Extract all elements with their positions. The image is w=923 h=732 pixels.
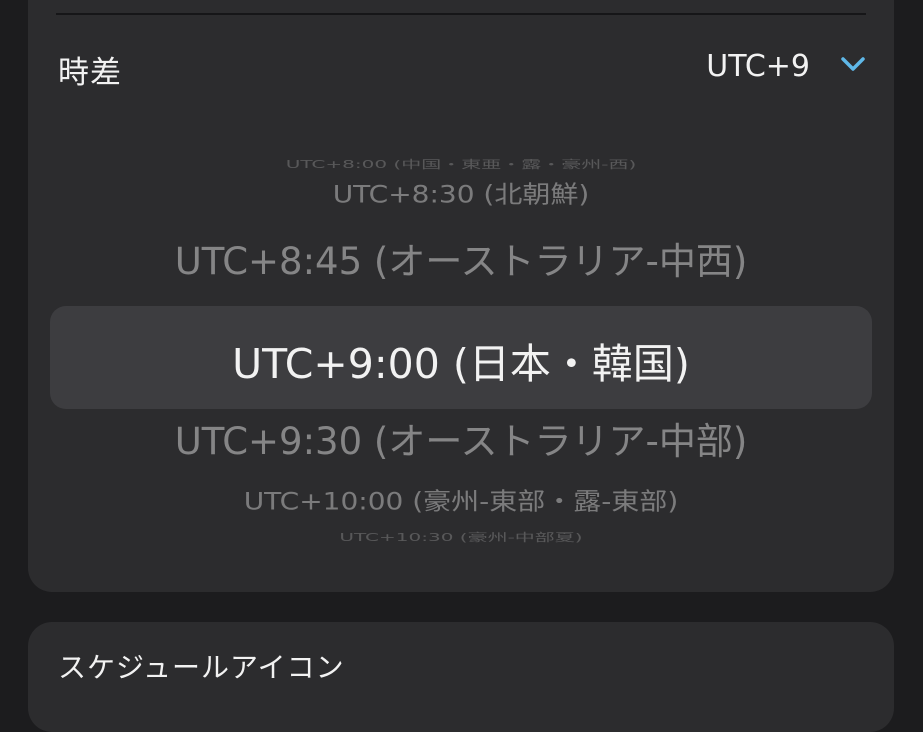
chevron-down-icon[interactable] — [840, 54, 866, 74]
picker-option[interactable]: UTC+8:00 (中国・東亜・露・豪州-西) — [28, 156, 894, 172]
picker-option[interactable]: UTC+9:30 (オーストラリア-中部) — [28, 411, 894, 465]
picker-option[interactable]: UTC+10:00 (豪州-東部・露-東部) — [28, 483, 894, 517]
timezone-card: 時差 UTC+9 UTC+8:00 (中国・東亜・露・豪州-西) UTC+8:3… — [28, 0, 894, 592]
schedule-icon-card[interactable]: スケジュールアイコン — [28, 622, 894, 732]
timezone-selected-value[interactable]: UTC+9 — [706, 49, 810, 84]
schedule-icon-label: スケジュールアイコン — [58, 651, 345, 684]
picker-option[interactable]: UTC+8:45 (オーストラリア-中西) — [28, 231, 894, 285]
timezone-picker[interactable]: UTC+8:00 (中国・東亜・露・豪州-西) UTC+8:30 (北朝鮮) U… — [28, 145, 894, 565]
timezone-label: 時差 — [58, 55, 122, 91]
picker-option[interactable]: UTC+8:30 (北朝鮮) — [28, 176, 894, 210]
picker-option[interactable]: UTC+10:30 (豪州-中部夏) — [28, 529, 894, 545]
divider — [56, 13, 866, 15]
picker-option-selected[interactable]: UTC+9:00 (日本・韓国) — [28, 330, 894, 390]
